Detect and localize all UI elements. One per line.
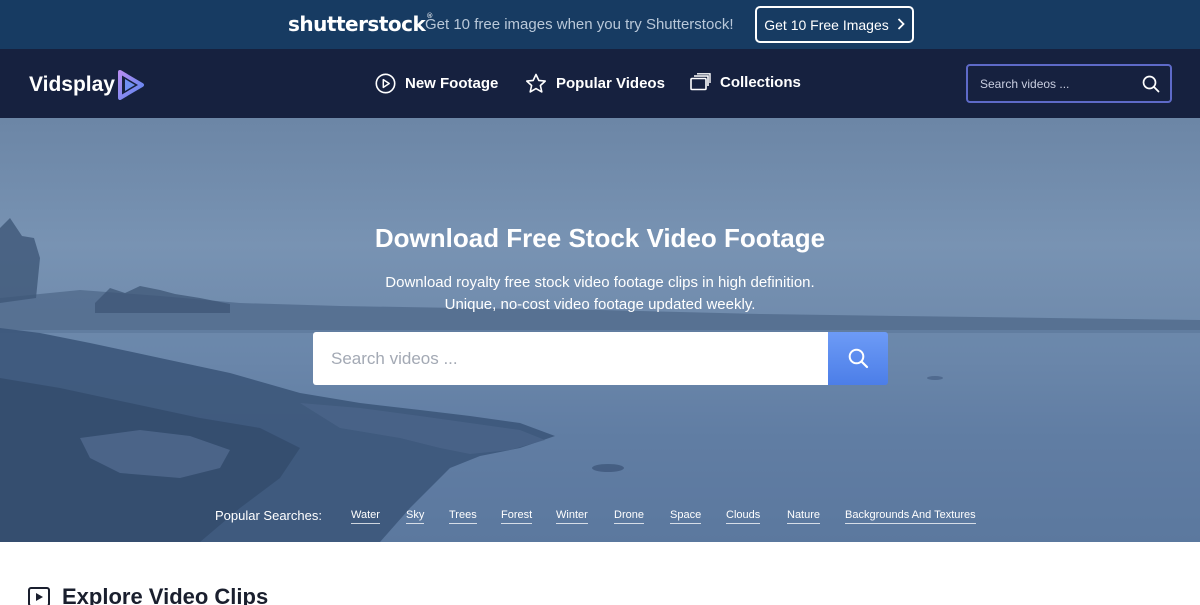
hero-background-image — [0, 218, 1200, 542]
popular-tag-backgrounds-and-textures[interactable]: Backgrounds And Textures — [845, 509, 976, 524]
popular-tag-nature[interactable]: Nature — [787, 509, 821, 524]
search-icon[interactable] — [1142, 75, 1160, 93]
vidsplay-logo[interactable]: Vidsplay — [29, 70, 145, 100]
shutterstock-logo[interactable]: shutterstock® — [288, 12, 433, 36]
star-icon — [526, 73, 546, 93]
search-icon — [848, 348, 868, 369]
explore-heading: Explore Video Clips — [28, 584, 268, 605]
popular-tag-drone[interactable]: Drone — [614, 509, 644, 524]
nav-new-footage[interactable]: New Footage — [375, 73, 498, 94]
main-nav: Vidsplay New Footage Popular Videos Coll… — [0, 49, 1200, 118]
hero-search-button[interactable] — [828, 332, 888, 385]
popular-tag-space[interactable]: Space — [670, 509, 702, 524]
nav-search-box — [966, 64, 1172, 103]
explore-title: Explore Video Clips — [62, 584, 269, 605]
hero-section: Download Free Stock Video Footage Downlo… — [0, 118, 1200, 542]
popular-tag-trees[interactable]: Trees — [449, 509, 477, 524]
nav-new-footage-label: New Footage — [405, 75, 499, 92]
chevron-right-icon — [897, 17, 905, 33]
hero-subtitle-line-1: Download royalty free stock video footag… — [385, 274, 815, 291]
popular-searches: Popular Searches: — [215, 508, 353, 523]
hero-subtitle: Download royalty free stock video footag… — [0, 272, 1200, 316]
nav-popular-videos-label: Popular Videos — [556, 75, 665, 92]
hero-title: Download Free Stock Video Footage — [374, 223, 826, 253]
nav-collections-label: Collections — [720, 73, 801, 91]
get-free-images-button[interactable]: Get 10 Free Images — [755, 6, 914, 43]
popular-searches-label: Popular Searches: — [215, 508, 322, 523]
nav-search-input[interactable] — [980, 76, 1142, 91]
collections-icon — [690, 73, 711, 91]
popular-tag-forest[interactable]: Forest — [501, 509, 533, 524]
hero-search-bar — [313, 332, 888, 385]
get-free-images-label: Get 10 Free Images — [764, 16, 889, 33]
shutterstock-logo-text: shutterstock — [288, 12, 426, 36]
nav-popular-videos[interactable]: Popular Videos — [525, 73, 665, 94]
hero-search-input[interactable] — [313, 332, 828, 385]
play-circle-icon — [375, 73, 396, 94]
hero-subtitle-line-2: Unique, no-cost video footage updated we… — [444, 296, 756, 313]
popular-tag-water[interactable]: Water — [351, 509, 380, 524]
nav-collections[interactable]: Collections — [690, 73, 801, 91]
brand-name: Vidsplay — [29, 73, 115, 96]
popular-tag-winter[interactable]: Winter — [556, 509, 588, 524]
play-logo-icon — [118, 70, 144, 100]
promo-bar: shutterstock® Get 10 free images when yo… — [0, 0, 1200, 49]
popular-tag-clouds[interactable]: Clouds — [726, 509, 761, 524]
explore-section: Explore Video Clips — [0, 542, 1200, 605]
promo-text: Get 10 free images when you try Shutters… — [425, 16, 734, 33]
popular-tag-sky[interactable]: Sky — [406, 509, 425, 524]
video-clip-icon — [28, 587, 50, 605]
